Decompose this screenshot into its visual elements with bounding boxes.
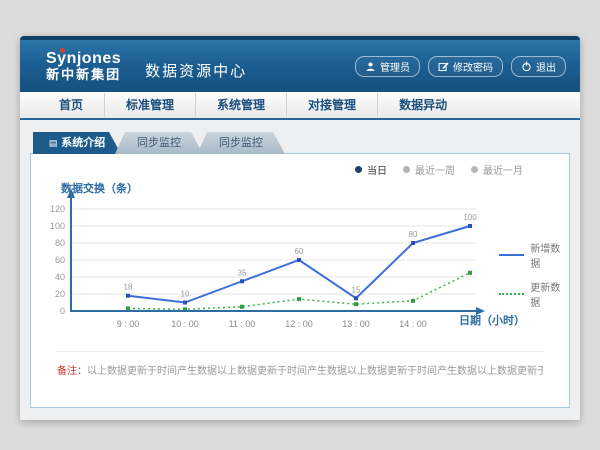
radio-dot-icon [471,166,478,173]
nav-item-data-change[interactable]: 数据异动 [377,93,468,117]
svg-text:12 : 00: 12 : 00 [285,319,313,329]
page-title: 数据资源中心 [145,60,247,81]
line-chart-svg: 0 20 40 60 80 100 120 18 10 35 60 15 80 100 9 : 00 10 :… [31,183,501,333]
legend-new-data-label: 新增数据 [530,240,569,270]
logo-accent-dot [60,48,65,53]
chart-x-axis-title: 日期（小时） [459,312,525,328]
main-window: Synjones 新中新集团 数据资源中心 管理员 修改密码 退出 [20,36,580,420]
filter-last-week[interactable]: 最近一周 [403,162,455,177]
svg-text:10: 10 [181,290,190,299]
svg-text:40: 40 [55,272,65,282]
nav-item-home[interactable]: 首页 [38,93,104,117]
svg-text:80: 80 [409,230,418,239]
svg-text:13 : 00: 13 : 00 [342,319,370,329]
chart-panel: 当日 最近一周 最近一月 数据交换（条） 0204060801001201810… [30,153,570,408]
user-icon [365,61,376,72]
tab-sync-monitor-1-label: 同步监控 [137,137,181,149]
svg-text:9 : 00: 9 : 00 [117,319,140,329]
tab-sync-monitor-2-label: 同步监控 [219,137,263,149]
footnote-text: 以上数据更新于时间产生数据以上数据更新于时间产生数据以上数据更新于时间产生数据以… [87,366,543,377]
admin-user-label: 管理员 [380,59,410,74]
power-icon [521,61,532,72]
tab-sync-monitor-2[interactable]: 同步监控 [197,132,285,154]
app-header: Synjones 新中新集团 数据资源中心 管理员 修改密码 退出 [20,36,580,92]
content-area: ▤系统介绍 同步监控 同步监控 当日 最近一周 [20,120,580,420]
radio-dot-icon [403,166,410,173]
nav-item-interface-mgmt[interactable]: 对接管理 [286,93,377,117]
svg-text:11 : 00: 11 : 00 [229,319,256,329]
filter-today[interactable]: 当日 [355,162,387,177]
footnote: 备注：以上数据更新于时间产生数据以上数据更新于时间产生数据以上数据更新于时间产生… [57,351,543,377]
legend-updated-data-label: 更新数据 [530,279,569,309]
filter-today-label: 当日 [367,162,387,177]
main-nav: 首页 标准管理 系统管理 对接管理 数据异动 [20,92,580,120]
logout-label: 退出 [536,59,556,74]
logo-chinese-text: 新中新集团 [46,67,121,82]
radio-dot-icon [355,166,362,173]
change-password-label: 修改密码 [453,59,493,74]
svg-text:80: 80 [55,238,65,248]
svg-text:60: 60 [55,255,65,265]
svg-text:20: 20 [55,289,65,299]
svg-text:35: 35 [238,268,247,277]
legend-updated-data[interactable]: 更新数据 [499,279,569,309]
company-logo: Synjones 新中新集团 [46,50,121,82]
tab-system-intro[interactable]: ▤系统介绍 [33,132,121,154]
svg-text:10 : 00: 10 : 00 [171,319,199,329]
legend-new-data[interactable]: 新增数据 [499,240,569,270]
filter-last-week-label: 最近一周 [415,162,455,177]
edit-icon [438,61,449,72]
nav-item-system-mgmt[interactable]: 系统管理 [195,93,286,117]
solid-line-icon [499,254,524,256]
svg-text:15: 15 [352,285,361,294]
svg-text:100: 100 [50,221,65,231]
user-actions: 管理员 修改密码 退出 [355,56,566,77]
svg-text:0: 0 [60,306,65,316]
filter-last-month-label: 最近一月 [483,162,523,177]
svg-text:14 : 00: 14 : 00 [399,319,427,329]
filter-last-month[interactable]: 最近一月 [471,162,523,177]
chart-legend: 新增数据 更新数据 [499,240,569,309]
nav-item-standard-mgmt[interactable]: 标准管理 [104,93,195,117]
tab-bar: ▤系统介绍 同步监控 同步监控 [33,132,570,154]
svg-text:18: 18 [124,283,133,292]
logout-button[interactable]: 退出 [511,56,566,77]
change-password-button[interactable]: 修改密码 [428,56,503,77]
svg-text:100: 100 [463,213,477,222]
document-icon: ▤ [49,138,58,148]
tab-system-intro-label: 系统介绍 [61,137,105,149]
tab-sync-monitor-1[interactable]: 同步监控 [115,132,203,154]
dotted-line-icon [499,293,524,295]
logo-english-text: Synjones [46,50,121,67]
footnote-prefix: 备注： [57,366,87,377]
admin-user-button[interactable]: 管理员 [355,56,420,77]
svg-text:60: 60 [295,247,304,256]
time-range-filters: 当日 最近一周 最近一月 [355,162,523,177]
svg-text:120: 120 [50,204,65,214]
